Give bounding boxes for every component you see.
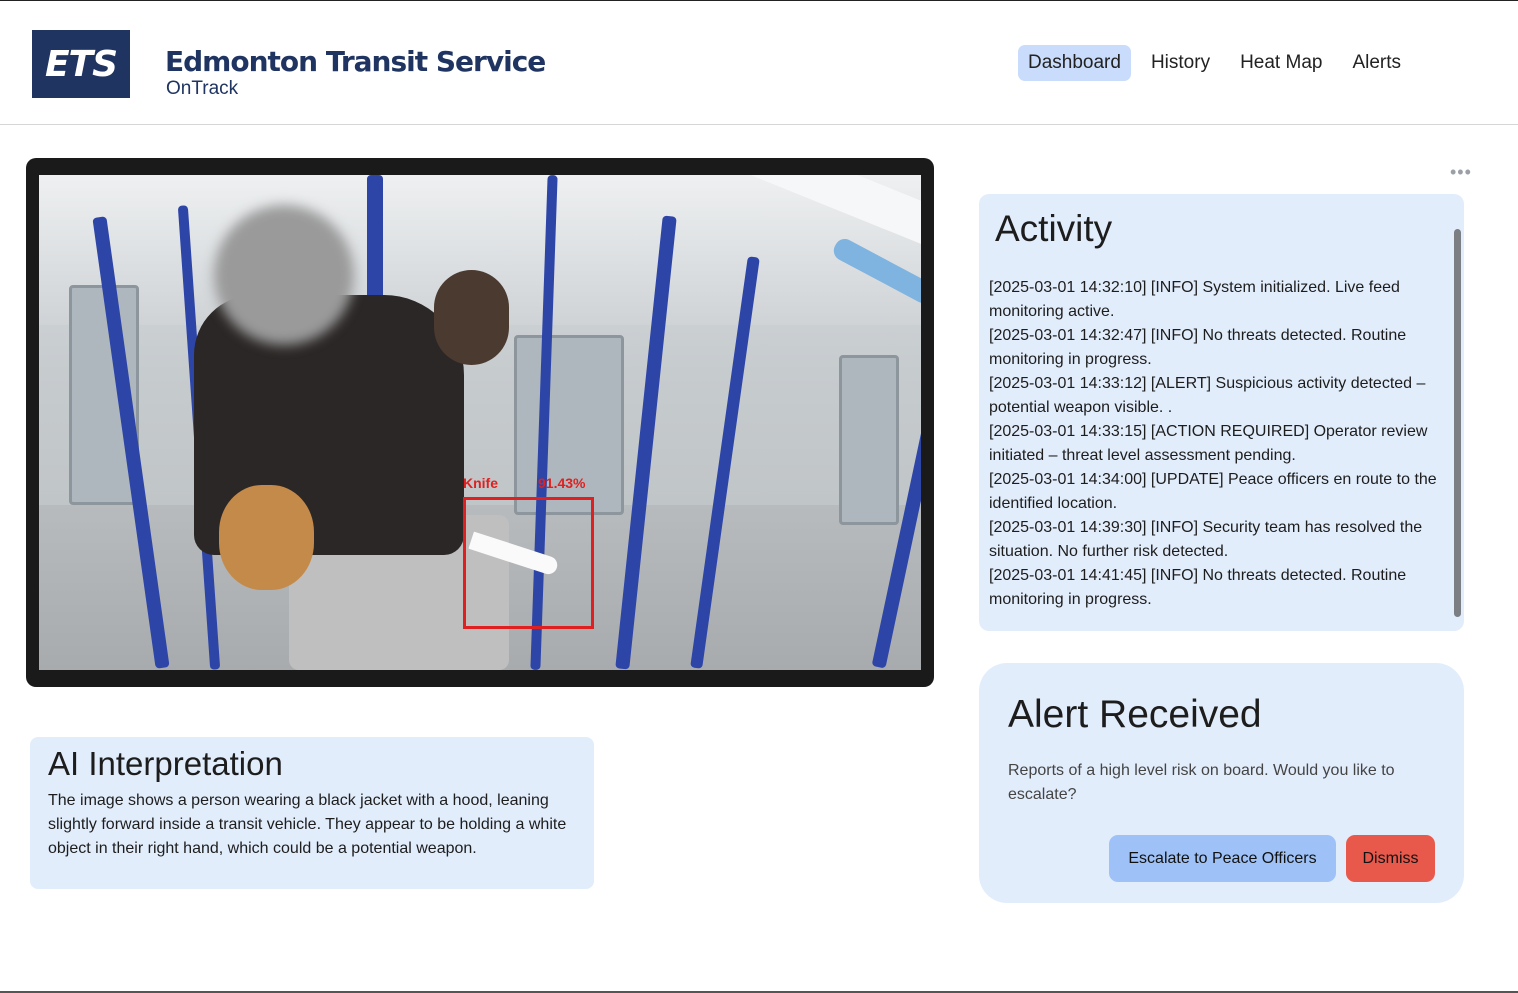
ai-interpretation-panel: AI Interpretation The image shows a pers… xyxy=(30,737,594,889)
feed-bag xyxy=(219,485,314,590)
escalate-button[interactable]: Escalate to Peace Officers xyxy=(1109,835,1336,882)
ai-interpretation-text: The image shows a person wearing a black… xyxy=(48,792,567,857)
log-entry: [2025-03-01 14:39:30] [INFO] Security te… xyxy=(989,519,1423,560)
more-horizontal-icon[interactable]: ••• xyxy=(1450,162,1472,183)
feed-window-right xyxy=(839,355,899,525)
app-header: ETS Edmonton Transit Service OnTrack Das… xyxy=(0,1,1518,125)
alert-title: Alert Received xyxy=(1008,693,1262,736)
main-nav: Dashboard History Heat Map Alerts xyxy=(1018,45,1421,81)
camera-feed-frame: Knife 91.43% xyxy=(26,158,934,687)
log-entry: [2025-03-01 14:32:10] [INFO] System init… xyxy=(989,279,1400,320)
dismiss-button[interactable]: Dismiss xyxy=(1346,835,1435,882)
log-entry: [2025-03-01 14:34:00] [UPDATE] Peace off… xyxy=(989,471,1437,512)
ai-interpretation-title: AI Interpretation xyxy=(48,745,283,782)
nav-dashboard[interactable]: Dashboard xyxy=(1018,45,1131,81)
feed-blurred-face xyxy=(214,205,354,345)
detection-label: Knife xyxy=(463,475,498,491)
activity-panel: Activity [2025-03-01 14:32:10] [INFO] Sy… xyxy=(979,194,1464,631)
nav-history[interactable]: History xyxy=(1141,45,1220,81)
activity-title: Activity xyxy=(995,208,1113,249)
ets-logo: ETS xyxy=(32,30,130,98)
log-entry: [2025-03-01 14:41:45] [INFO] No threats … xyxy=(989,567,1407,608)
feed-person-head xyxy=(434,270,509,365)
detection-bounding-box xyxy=(463,497,594,629)
activity-scrollbar[interactable] xyxy=(1454,229,1461,617)
nav-alerts[interactable]: Alerts xyxy=(1342,45,1411,81)
log-entry: [2025-03-01 14:33:15] [ACTION REQUIRED] … xyxy=(989,423,1428,464)
camera-feed-image[interactable]: Knife 91.43% xyxy=(39,175,921,670)
nav-heat-map[interactable]: Heat Map xyxy=(1230,45,1332,81)
activity-log: [2025-03-01 14:32:10] [INFO] System init… xyxy=(989,276,1439,612)
app-subtitle: OnTrack xyxy=(166,78,239,99)
log-entry: [2025-03-01 14:33:12] [ALERT] Suspicious… xyxy=(989,375,1426,416)
alert-message: Reports of a high level risk on board. W… xyxy=(1008,762,1395,803)
app-title: Edmonton Transit Service xyxy=(165,45,546,78)
detection-confidence: 91.43% xyxy=(538,475,586,491)
log-entry: [2025-03-01 14:32:47] [INFO] No threats … xyxy=(989,327,1407,368)
alert-panel: Alert Received Reports of a high level r… xyxy=(979,663,1464,903)
